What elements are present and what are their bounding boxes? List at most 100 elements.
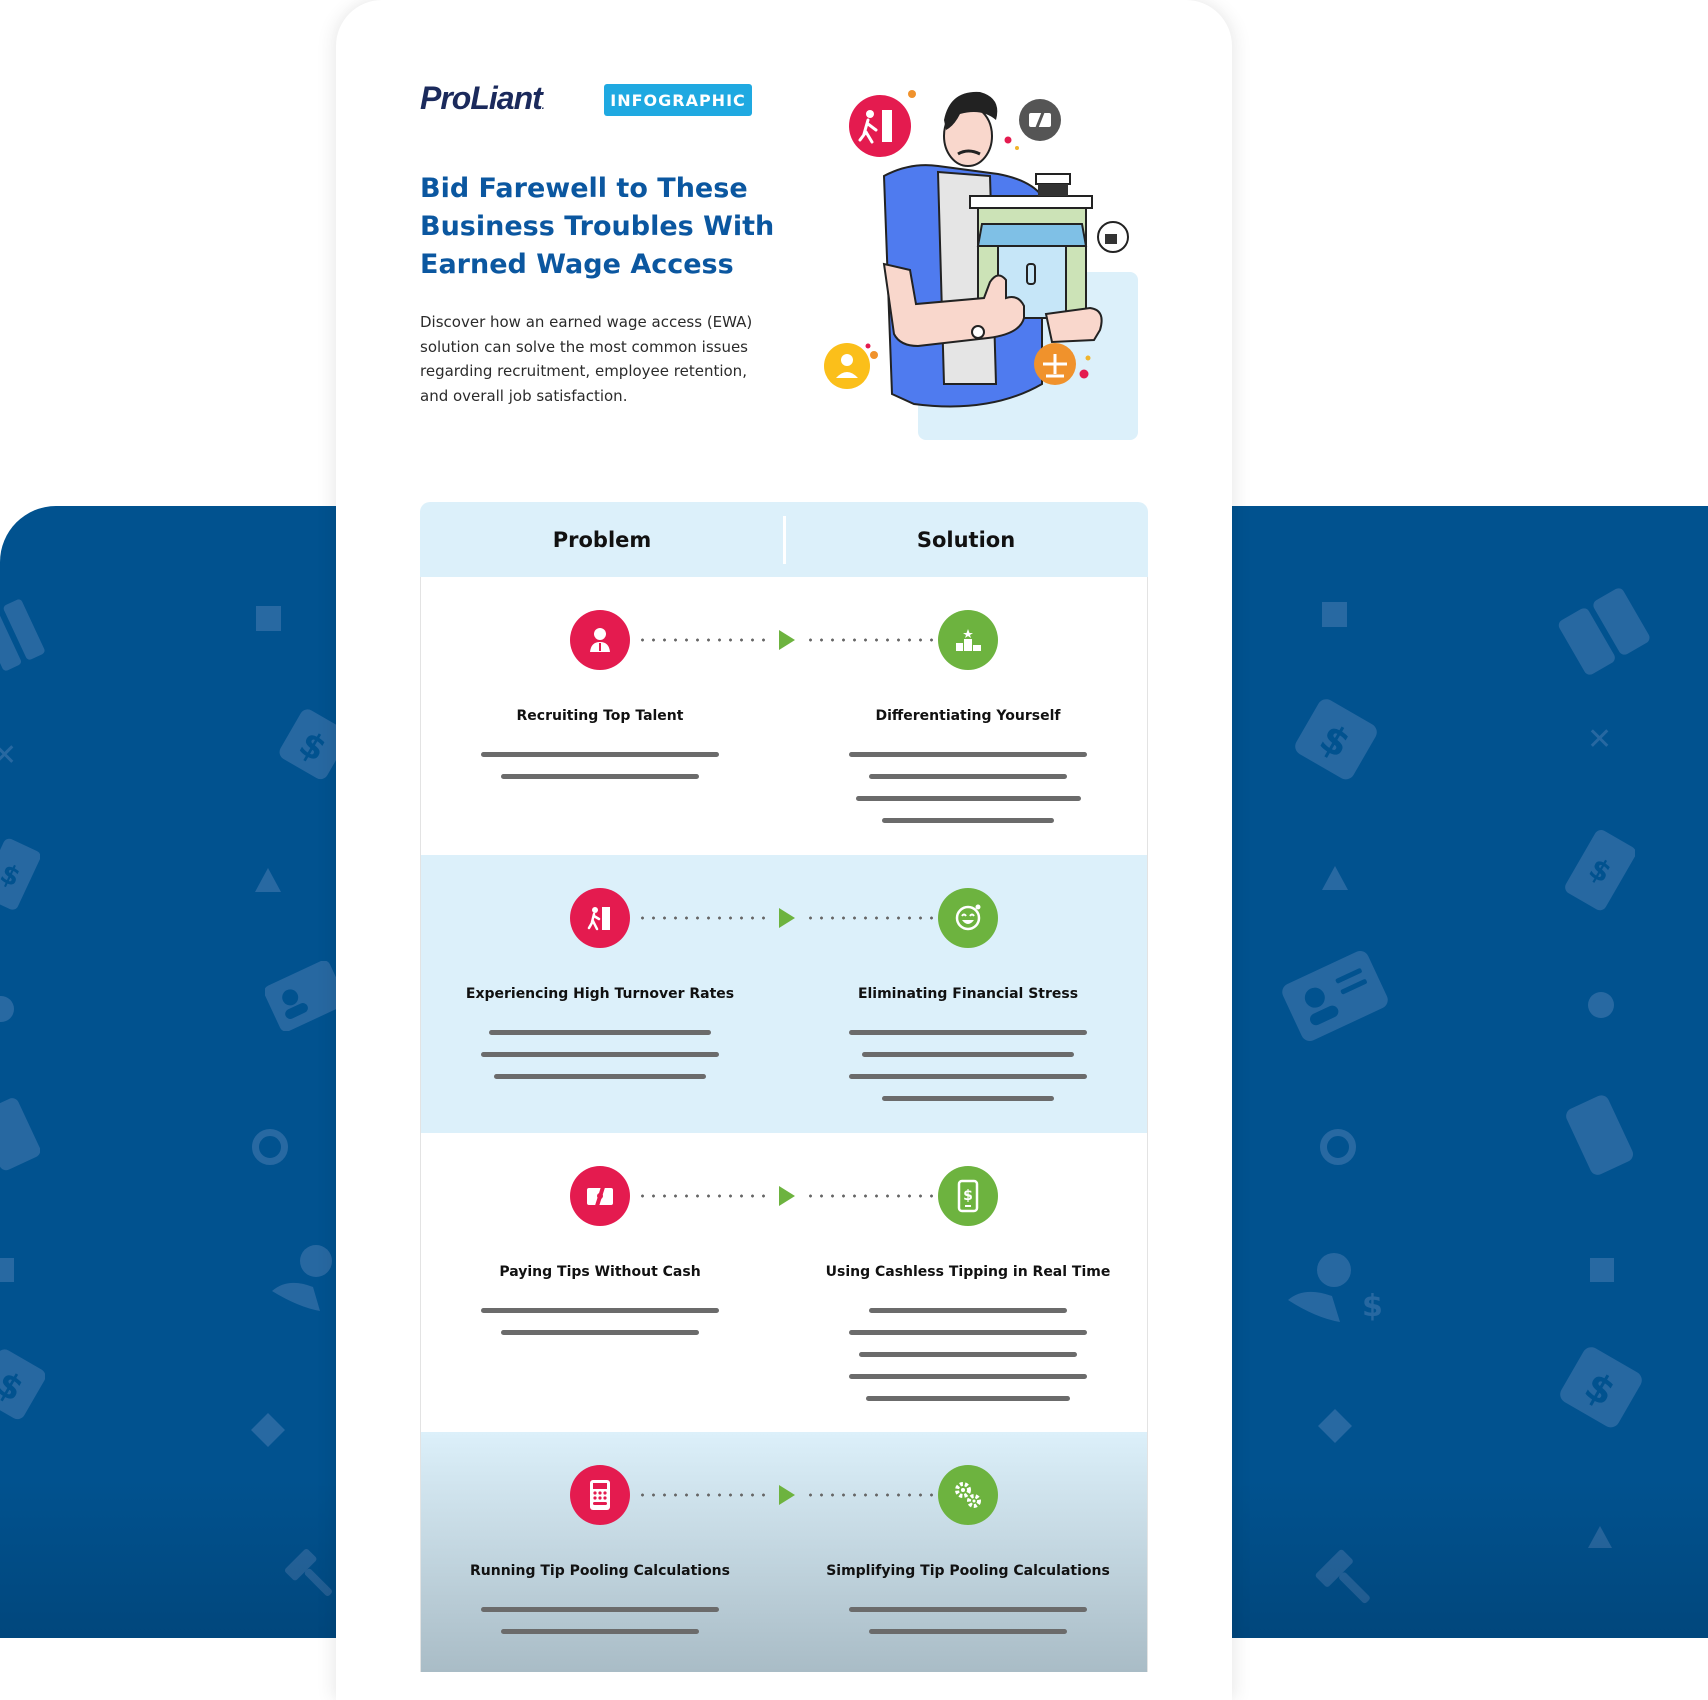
calculator-icon — [570, 1465, 630, 1525]
column-header-solution: Solution — [916, 527, 1016, 552]
square-shape — [256, 606, 281, 631]
solution-title: Differentiating Yourself — [875, 708, 1061, 724]
square-shape — [1322, 602, 1347, 627]
ring-shape — [1320, 1129, 1356, 1165]
problem-title: Recruiting Top Talent — [516, 708, 684, 724]
dollar-tag-icon: $ — [0, 1346, 45, 1426]
gears-icon — [938, 1465, 998, 1525]
dotted-connector — [637, 916, 767, 920]
dotted-connector — [805, 1493, 935, 1497]
dotted-connector — [805, 1194, 935, 1198]
dotted-connector — [637, 1493, 767, 1497]
dollar-phone-icon: $ — [0, 836, 40, 916]
placeholder-text-line — [849, 752, 1087, 757]
intro-description: Discover how an earned wage access (EWA)… — [420, 313, 753, 405]
placeholder-text-line — [501, 774, 699, 779]
placeholder-text-line — [849, 1030, 1087, 1035]
dotted-connector — [637, 1194, 767, 1198]
dollar-tag-icon: $ — [1290, 696, 1380, 786]
placeholder-text-line — [489, 1030, 711, 1035]
problem-title: Paying Tips Without Cash — [499, 1264, 701, 1280]
solution-title: Simplifying Tip Pooling Calculations — [826, 1563, 1110, 1579]
table-body: Recruiting Top Talent Differentiating You… — [420, 577, 1148, 1672]
header-divider — [783, 516, 786, 564]
dotted-connector — [805, 916, 935, 920]
placeholder-text-line — [849, 1374, 1087, 1379]
relieved-face-icon — [938, 888, 998, 948]
page-title: Bid Farewell to These Business Troubles … — [420, 173, 775, 280]
proliant-logo[interactable]: ProLiant. — [420, 80, 544, 117]
logo-mark: . — [541, 101, 545, 112]
problem-title: Experiencing High Turnover Rates — [465, 986, 735, 1002]
triangle-shape — [255, 868, 281, 892]
table-row: Running Tip Pooling Calculations Simplify… — [420, 1432, 1148, 1672]
circle-shape — [1588, 992, 1614, 1018]
problem-title: Running Tip Pooling Calculations — [470, 1563, 730, 1579]
svg-text:$: $ — [963, 1188, 973, 1204]
infographic-badge: INFOGRAPHIC — [604, 84, 752, 116]
dotted-connector — [805, 638, 935, 642]
bill-icon — [1555, 586, 1655, 676]
dollar-phone-icon: $ — [1565, 826, 1635, 916]
circle-shape — [0, 996, 14, 1022]
podium-star-icon — [938, 610, 998, 670]
employee-icon — [570, 610, 630, 670]
dollar-tag-icon: $ — [1555, 1344, 1645, 1434]
id-card-icon — [265, 961, 345, 1031]
gavel-icon — [1312, 1546, 1382, 1616]
placeholder-text-line — [869, 1629, 1067, 1634]
placeholder-text-line — [481, 1607, 719, 1612]
table-row: Recruiting Top Talent Differentiating You… — [420, 577, 1148, 855]
arrow-right-icon — [779, 1485, 795, 1505]
bill-icon — [0, 596, 50, 676]
triangle-shape — [1588, 1526, 1612, 1548]
placeholder-text-line — [869, 774, 1067, 779]
person-dollar-icon: $ — [1282, 1246, 1382, 1336]
dotted-connector — [637, 638, 767, 642]
square-shape — [0, 1258, 14, 1282]
table-row: $ Paying Tips Without Cash Using Cashless … — [420, 1133, 1148, 1432]
diamond-shape — [1318, 1409, 1352, 1443]
placeholder-text-line — [849, 1607, 1087, 1612]
x-shape: ✕ — [0, 738, 18, 773]
placeholder-text-line — [494, 1074, 706, 1079]
logo-text: ProLiant — [420, 80, 543, 116]
placeholder-text-line — [882, 818, 1054, 823]
placeholder-text-line — [855, 796, 1081, 801]
arrow-right-icon — [779, 630, 795, 650]
placeholder-text-line — [849, 1330, 1087, 1335]
placeholder-text-line — [859, 1352, 1077, 1357]
ring-shape — [252, 1129, 288, 1165]
placeholder-text-line — [869, 1308, 1067, 1313]
placeholder-text-line — [862, 1052, 1074, 1057]
table-header: Problem Solution — [420, 502, 1148, 577]
calculator-icon — [1565, 1091, 1635, 1181]
square-shape — [1590, 1258, 1614, 1282]
diamond-shape — [251, 1413, 285, 1447]
calculator-icon — [0, 1096, 40, 1176]
x-shape: ✕ — [1587, 722, 1613, 757]
arrow-right-icon — [779, 908, 795, 928]
column-header-problem: Problem — [552, 527, 652, 552]
exit-door-icon — [849, 95, 911, 157]
placeholder-text-line — [501, 1629, 699, 1634]
gavel-icon — [282, 1546, 342, 1606]
exit-door-icon — [570, 888, 630, 948]
problem-solution-table: Problem Solution Recruiting Top Talent Di… — [420, 502, 1148, 1672]
placeholder-text-line — [849, 1074, 1087, 1079]
solution-title: Eliminating Financial Stress — [857, 986, 1079, 1002]
person-icon — [268, 1241, 338, 1321]
placeholder-text-line — [481, 1308, 719, 1313]
placeholder-text-line — [501, 1330, 699, 1335]
placeholder-text-line — [481, 752, 719, 757]
no-cash-icon — [570, 1166, 630, 1226]
placeholder-text-line — [866, 1396, 1070, 1401]
placeholder-text-line — [481, 1052, 719, 1057]
infographic-card: ProLiant. INFOGRAPHIC Bid Farewell to Th… — [336, 0, 1232, 1700]
arrow-right-icon — [779, 1186, 795, 1206]
placeholder-text-line — [882, 1096, 1054, 1101]
triangle-shape — [1322, 866, 1348, 890]
table-row: Experiencing High Turnover Rates Eliminat… — [420, 855, 1148, 1133]
solution-title: Using Cashless Tipping in Real Time — [825, 1264, 1111, 1280]
svg-text:$: $ — [1362, 1289, 1382, 1324]
